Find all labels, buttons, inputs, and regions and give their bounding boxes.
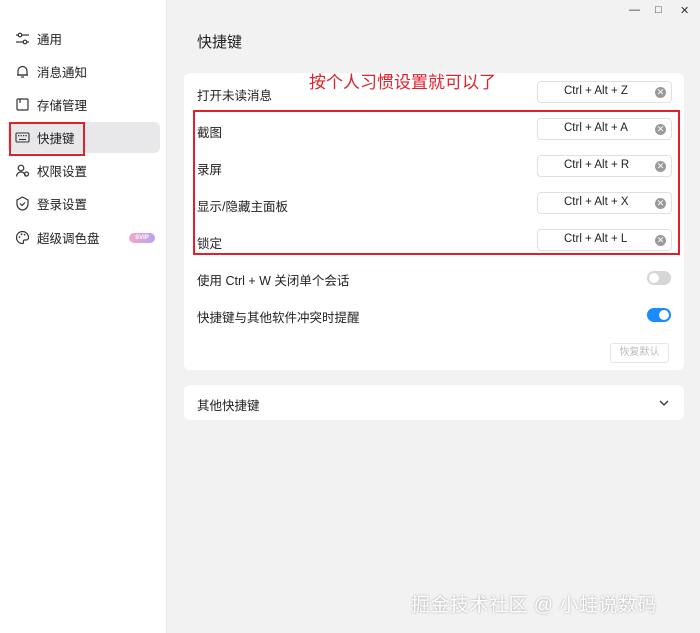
sidebar-item-label: 超级调色盘 [37, 232, 100, 246]
sidebar-item-label: 登录设置 [37, 198, 88, 212]
user-permission-icon [15, 164, 30, 177]
palette-icon [15, 230, 30, 245]
highlight-box-shortcuts-list [193, 110, 680, 255]
annotation-text: 按个人习惯设置就可以了 [309, 73, 496, 92]
toggle-knob [659, 310, 669, 320]
chevron-down-icon[interactable] [659, 398, 669, 408]
sidebar-item-storage[interactable]: 存储管理 [8, 89, 160, 120]
sliders-icon [16, 32, 29, 45]
sidebar-item-label: 消息通知 [37, 66, 88, 80]
sidebar-item-label: 通用 [37, 33, 63, 47]
close-icon[interactable]: ✕ [680, 4, 689, 17]
shortcut-label: 打开未读消息 [197, 89, 273, 103]
toggle-label: 使用 Ctrl + W 关闭单个会话 [197, 274, 350, 288]
sidebar-item-general[interactable]: 通用 [8, 23, 160, 54]
restore-default-button[interactable]: 恢复默认 [610, 343, 669, 363]
sidebar: 通用 消息通知 存储管理 快捷键 权限设置 登录设置 超级调色盘 SVIP [0, 0, 167, 633]
conflict-alert-toggle[interactable] [647, 308, 671, 322]
close-session-toggle[interactable] [647, 271, 671, 285]
sidebar-item-palette[interactable]: 超级调色盘 SVIP [8, 222, 160, 253]
toggle-label: 快捷键与其他软件冲突时提醒 [197, 311, 360, 325]
other-shortcuts-label: 其他快捷键 [197, 399, 260, 413]
page-title: 快捷键 [197, 34, 243, 51]
sidebar-item-label: 存储管理 [37, 99, 88, 113]
sidebar-item-permissions[interactable]: 权限设置 [8, 155, 160, 186]
highlight-box-shortcuts [9, 122, 85, 156]
watermark: 掘金技术社区 @ 小蛙说数码 [411, 595, 657, 616]
storage-icon [16, 98, 29, 111]
minimize-icon[interactable]: — [629, 4, 640, 16]
clear-icon[interactable]: ✕ [655, 87, 666, 98]
sidebar-item-login[interactable]: 登录设置 [8, 188, 160, 219]
sidebar-item-label: 权限设置 [37, 165, 88, 179]
svip-badge: SVIP [129, 233, 155, 243]
maximize-icon[interactable]: □ [655, 4, 662, 16]
shortcut-key-value: Ctrl + Alt + Z [564, 85, 628, 97]
toggle-knob [649, 273, 659, 283]
shield-icon [16, 196, 29, 211]
sidebar-item-notifications[interactable]: 消息通知 [8, 56, 160, 87]
bell-icon [17, 65, 28, 78]
shortcut-key-field[interactable]: Ctrl + Alt + Z ✕ [537, 81, 672, 103]
